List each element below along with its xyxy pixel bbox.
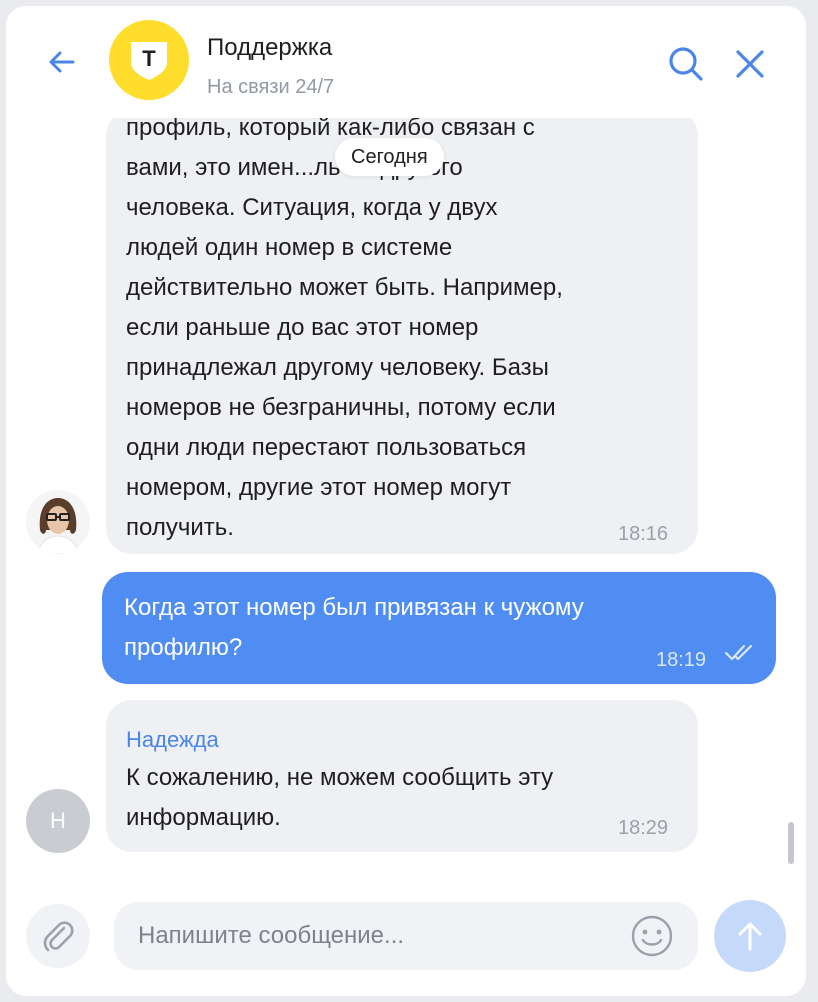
back-arrow-icon — [49, 51, 75, 73]
agent-avatar — [26, 490, 90, 554]
message-bubble-incoming: Надежда К сожалению, не можем сообщить э… — [106, 700, 698, 852]
send-arrow-icon — [738, 922, 762, 951]
chat-title: Поддержка — [207, 34, 333, 61]
message-bubble-outgoing: Когда этот номер был привязан к чужому п… — [102, 572, 776, 684]
message-text: К сожалению, не можем сообщить эту инфор… — [126, 764, 554, 831]
close-icon — [736, 50, 764, 78]
double-check-icon — [724, 644, 753, 661]
chat-header: Т Поддержка На связи 24/7 — [6, 6, 806, 118]
search-icon — [669, 47, 703, 81]
message-input-container — [114, 902, 698, 970]
emoji-button[interactable] — [630, 914, 674, 958]
message-time: 18:19 — [656, 649, 707, 671]
message-bubble-incoming: профиль, который как-либо связан с вами,… — [106, 110, 698, 554]
message-time: 18:16 — [618, 523, 669, 545]
chat-window: профиль, который как-либо связан с вами,… — [6, 6, 806, 996]
sender-name: Надежда — [126, 727, 219, 752]
send-button[interactable] — [714, 900, 786, 972]
date-divider: Сегодня — [335, 138, 444, 176]
paperclip-icon — [43, 921, 74, 952]
search-button[interactable] — [666, 44, 706, 84]
attach-button[interactable] — [26, 904, 90, 968]
back-button[interactable] — [42, 42, 82, 82]
support-logo: Т — [109, 20, 189, 100]
close-button[interactable] — [730, 44, 770, 84]
logo-letter: Т — [142, 46, 156, 71]
agent-photo-icon — [26, 490, 90, 554]
agent-avatar-initial: Н — [26, 789, 90, 853]
scrollbar-thumb[interactable] — [788, 822, 794, 864]
message-time: 18:29 — [618, 817, 669, 839]
message-input[interactable] — [138, 902, 618, 970]
chat-status: На связи 24/7 — [207, 76, 335, 98]
smile-icon — [631, 915, 673, 957]
